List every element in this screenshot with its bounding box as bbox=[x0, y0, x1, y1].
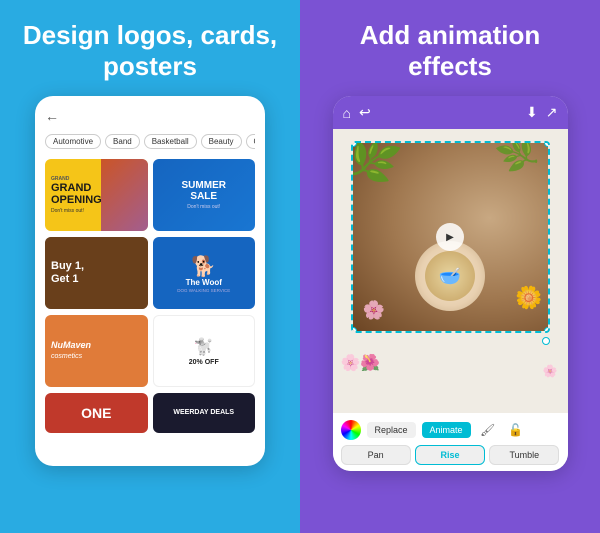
home-icon[interactable]: ⌂ bbox=[343, 105, 351, 121]
tag-beauty[interactable]: Beauty bbox=[201, 134, 242, 149]
decorative-flowers-right: 🌸 bbox=[543, 364, 558, 378]
summer-sale-sub: Don't miss out! bbox=[187, 204, 220, 210]
handle-outside-corner[interactable] bbox=[542, 337, 550, 345]
card-buy-get[interactable]: Buy 1,Get 1 bbox=[45, 237, 148, 309]
food-image-frame[interactable]: 🌿 🌿 🌼 🌸 🥣 ▶ bbox=[351, 141, 550, 333]
back-arrow-icon[interactable]: ← bbox=[45, 108, 59, 124]
handle-bottom-right[interactable] bbox=[544, 327, 550, 333]
top-right-icons: ⬇ ↗ bbox=[526, 104, 557, 121]
right-headline: Add animation effects bbox=[315, 20, 585, 82]
play-button[interactable]: ▶ bbox=[436, 223, 464, 251]
dog-icon: 🐩 bbox=[194, 337, 214, 357]
lock-icon[interactable]: 🔓 bbox=[505, 419, 527, 441]
card-grid-row2: Buy 1,Get 1 🐕 The Woof DOG WALKING SERVI… bbox=[45, 237, 255, 309]
left-headline: Design logos, cards, posters bbox=[15, 20, 285, 82]
portrait-image bbox=[101, 159, 147, 231]
card-one[interactable]: ONE bbox=[45, 393, 148, 433]
card-the-woof[interactable]: 🐕 The Woof DOG WALKING SERVICE bbox=[153, 237, 256, 309]
download-icon[interactable]: ⬇ bbox=[526, 104, 538, 121]
tag-basketball[interactable]: Basketball bbox=[144, 134, 197, 149]
top-left-icons: ⌂ ↩ bbox=[343, 104, 371, 121]
pan-animation-button[interactable]: Pan bbox=[341, 445, 411, 465]
tags-row: Automotive Band Basketball Beauty Cafe bbox=[45, 134, 255, 149]
card-grid-row1: GRAND GRANDOPENING Don't miss out! SUMME… bbox=[45, 159, 255, 231]
left-phone-mockup: ← Automotive Band Basketball Beauty Cafe… bbox=[35, 96, 265, 466]
replace-button[interactable]: Replace bbox=[367, 422, 416, 438]
right-panel: Add animation effects ⌂ ↩ ⬇ ↗ 🌸🌺 🌸 🌿 bbox=[300, 0, 600, 533]
go-sub: Don't miss out! bbox=[51, 208, 102, 214]
one-label: ONE bbox=[81, 405, 111, 421]
card-grand-opening[interactable]: GRAND GRANDOPENING Don't miss out! bbox=[45, 159, 148, 231]
food-plate: 🥣 bbox=[415, 241, 485, 311]
buy-text: Buy 1,Get 1 bbox=[51, 260, 84, 286]
tumble-animation-button[interactable]: Tumble bbox=[489, 445, 559, 465]
summer-sale-title: SUMMERSALE bbox=[182, 180, 226, 202]
animate-button[interactable]: Animate bbox=[422, 422, 471, 438]
rise-animation-button[interactable]: Rise bbox=[415, 445, 485, 465]
flowers-left-icon: 🌸 bbox=[363, 300, 385, 321]
handle-bottom-left[interactable] bbox=[351, 327, 357, 333]
share-icon[interactable]: ↗ bbox=[546, 104, 558, 121]
card-summer-sale[interactable]: SUMMERSALE Don't miss out! bbox=[153, 159, 256, 231]
weerday-text: WEERDAY DEALS bbox=[173, 409, 234, 417]
toolbar-row-2: Pan Rise Tumble bbox=[341, 445, 560, 465]
undo-icon[interactable]: ↩ bbox=[359, 104, 371, 121]
paint-brush-icon[interactable]: 🖌 bbox=[477, 419, 499, 441]
phone-top-toolbar: ⌂ ↩ ⬇ ↗ bbox=[333, 96, 568, 129]
card-grid-row4: ONE WEERDAY DEALS bbox=[45, 393, 255, 433]
food-bowl-icon: 🥣 bbox=[425, 251, 475, 301]
canvas-area[interactable]: 🌸🌺 🌸 🌿 🌿 🌼 🌸 🥣 ▶ bbox=[333, 129, 568, 413]
go-title: GRANDOPENING bbox=[51, 182, 102, 206]
tag-automotive[interactable]: Automotive bbox=[45, 134, 101, 149]
grand-opening-text: GRAND GRANDOPENING Don't miss out! bbox=[51, 176, 102, 214]
fern-right-icon: 🌿 bbox=[494, 141, 544, 180]
woof-sub: DOG WALKING SERVICE bbox=[177, 288, 230, 293]
fern-left-icon: 🌿 bbox=[351, 141, 404, 192]
card-grid-row3: NuMavencosmetics 🐩 20% OFF bbox=[45, 315, 255, 387]
numaven-title: NuMavencosmetics bbox=[51, 341, 91, 361]
decorative-flowers-left: 🌸🌺 bbox=[341, 353, 381, 373]
woof-title: The Woof bbox=[186, 279, 222, 288]
flower-icon: 🌼 bbox=[515, 285, 542, 311]
tag-band[interactable]: Band bbox=[105, 134, 140, 149]
left-panel: Design logos, cards, posters ← Automotiv… bbox=[0, 0, 300, 533]
card-weerday-deals[interactable]: WEERDAY DEALS bbox=[153, 393, 256, 433]
color-wheel-icon[interactable] bbox=[341, 420, 361, 440]
tag-cafe[interactable]: Cafe bbox=[246, 134, 255, 149]
bottom-toolbar: Replace Animate 🖌 🔓 Pan Rise Tumble bbox=[333, 413, 568, 471]
phone-top-bar: ← bbox=[45, 108, 255, 124]
food-background: 🌿 🌿 🌼 🌸 🥣 ▶ bbox=[353, 143, 548, 331]
card-numaven[interactable]: NuMavencosmetics bbox=[45, 315, 148, 387]
woof-dog-icon: 🐕 bbox=[191, 254, 216, 279]
off-text: 20% OFF bbox=[189, 359, 219, 366]
card-20-off[interactable]: 🐩 20% OFF bbox=[153, 315, 256, 387]
toolbar-row-1: Replace Animate 🖌 🔓 bbox=[341, 419, 560, 441]
right-phone-mockup: ⌂ ↩ ⬇ ↗ 🌸🌺 🌸 🌿 🌿 🌼 🌸 bbox=[333, 96, 568, 471]
